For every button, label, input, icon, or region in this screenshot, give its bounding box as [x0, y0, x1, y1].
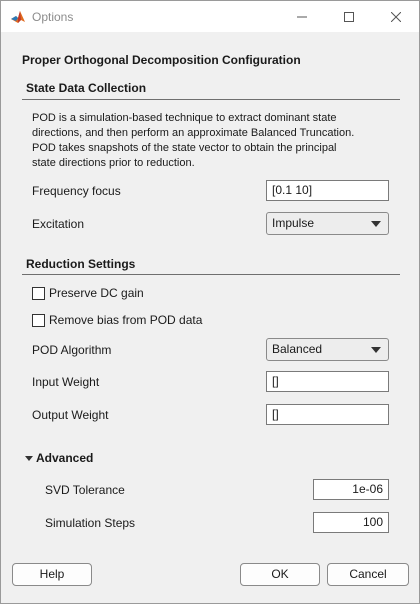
simulation-steps-field[interactable]: 100: [313, 512, 389, 533]
close-button[interactable]: [373, 1, 419, 32]
chevron-down-icon: [25, 455, 33, 461]
cancel-button[interactable]: Cancel: [327, 563, 409, 586]
simulation-steps-label: Simulation Steps: [45, 516, 136, 530]
dialog-content: Proper Orthogonal Decomposition Configur…: [1, 32, 419, 603]
window-title: Options: [32, 10, 74, 24]
minimize-button[interactable]: [279, 1, 325, 32]
remove-bias-checkbox[interactable]: [32, 314, 45, 327]
preserve-dc-gain-checkbox[interactable]: [32, 287, 45, 300]
chevron-down-icon: [371, 347, 381, 353]
pod-algorithm-label: POD Algorithm: [32, 343, 112, 357]
section-title-state-data: State Data Collection: [26, 81, 147, 95]
section-divider: [22, 99, 400, 100]
remove-bias-label[interactable]: Remove bias from POD data: [49, 313, 202, 327]
maximize-button[interactable]: [326, 1, 372, 32]
preserve-dc-gain-label[interactable]: Preserve DC gain: [49, 286, 144, 300]
pod-algorithm-dropdown[interactable]: Balanced: [266, 338, 389, 361]
svd-tolerance-field[interactable]: 1e-06: [313, 479, 389, 500]
advanced-toggle[interactable]: Advanced: [25, 451, 93, 465]
description-line: state directions prior to reduction.: [32, 157, 195, 169]
title-bar[interactable]: Options: [1, 1, 419, 32]
input-weight-label: Input Weight: [32, 375, 100, 389]
output-weight-field[interactable]: []: [266, 404, 389, 425]
pod-algorithm-value: Balanced: [272, 342, 323, 356]
frequency-focus-label: Frequency focus: [32, 184, 121, 198]
maximize-icon: [344, 11, 354, 22]
description-line: POD takes snapshots of the state vector …: [32, 142, 337, 154]
excitation-value: Impulse: [272, 216, 315, 230]
frequency-focus-field[interactable]: [0.1 10]: [266, 180, 389, 201]
advanced-label: Advanced: [36, 451, 94, 465]
section-title-reduction: Reduction Settings: [26, 257, 136, 271]
excitation-dropdown[interactable]: Impulse: [266, 212, 389, 235]
close-icon: [391, 11, 401, 22]
help-button[interactable]: Help: [12, 563, 92, 586]
input-weight-field[interactable]: []: [266, 371, 389, 392]
svd-tolerance-label: SVD Tolerance: [45, 483, 125, 497]
minimize-icon: [297, 16, 307, 17]
options-dialog: Options Proper Orthogonal Decomposition …: [0, 0, 420, 604]
matlab-logo-icon: [11, 11, 25, 23]
section-divider: [22, 274, 400, 275]
output-weight-label: Output Weight: [32, 408, 109, 422]
page-title: Proper Orthogonal Decomposition Configur…: [22, 53, 301, 67]
ok-button[interactable]: OK: [240, 563, 320, 586]
description-text: POD is a simulation-based technique to e…: [32, 111, 392, 171]
description-line: POD is a simulation-based technique to e…: [32, 112, 337, 124]
excitation-label: Excitation: [32, 217, 85, 231]
description-line: directions, and then perform an approxim…: [32, 127, 355, 139]
chevron-down-icon: [371, 221, 381, 227]
